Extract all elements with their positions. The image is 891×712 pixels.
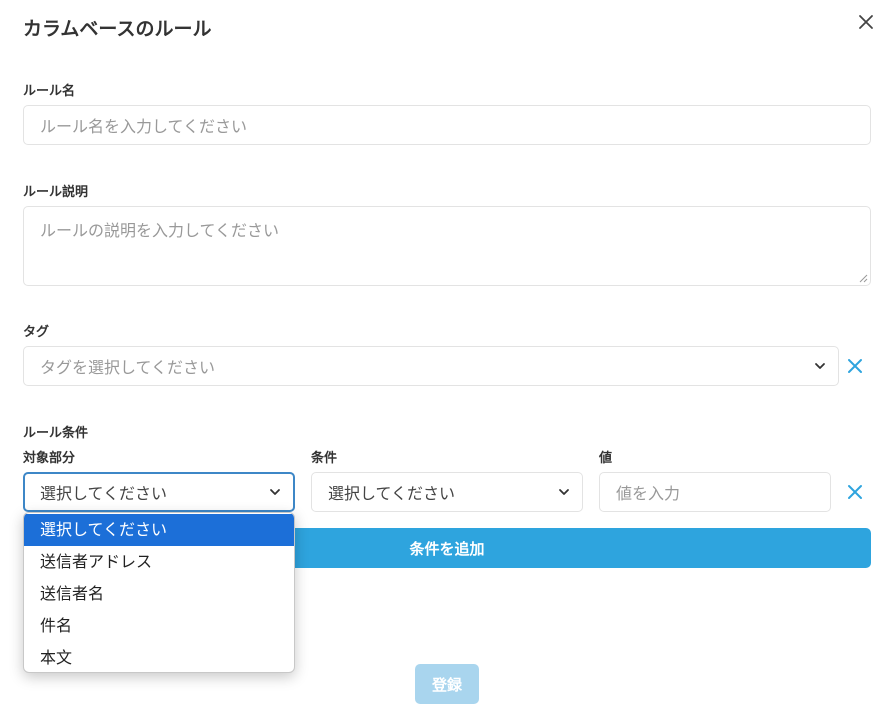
option-sender-name[interactable]: 送信者名 — [24, 578, 294, 610]
chevron-down-icon — [270, 489, 280, 495]
chevron-down-icon — [815, 363, 825, 369]
value-input[interactable]: 値を入力 — [599, 472, 831, 512]
tag-label: タグ — [23, 325, 50, 340]
option-subject[interactable]: 件名 — [24, 610, 294, 642]
clear-tag-x-icon[interactable] — [846, 357, 864, 375]
condition-label: 条件 — [311, 451, 338, 466]
option-body[interactable]: 本文 — [24, 642, 294, 672]
resize-handle-icon[interactable] — [859, 274, 868, 283]
target-part-select[interactable]: 選択してください — [23, 472, 295, 512]
rule-description-placeholder: ルールの説明を入力してください — [40, 221, 280, 240]
rule-name-label: ルール名 — [23, 84, 76, 99]
tag-placeholder: タグを選択してください — [40, 358, 216, 377]
register-button[interactable]: 登録 — [415, 664, 479, 704]
close-icon[interactable] — [856, 12, 876, 32]
modal-title: カラムベースのルール — [23, 18, 212, 40]
remove-condition-x-icon[interactable] — [846, 483, 864, 501]
rule-name-placeholder: ルール名を入力してください — [40, 117, 248, 136]
condition-select[interactable]: 選択してください — [311, 472, 583, 512]
target-part-selected: 選択してください — [40, 484, 168, 503]
condition-selected: 選択してください — [328, 484, 456, 503]
rule-conditions-label: ルール条件 — [23, 426, 89, 441]
rule-description-textarea[interactable]: ルールの説明を入力してください — [23, 206, 871, 286]
tag-select[interactable]: タグを選択してください — [23, 346, 839, 386]
rule-description-label: ルール説明 — [23, 185, 89, 200]
value-placeholder: 値を入力 — [616, 484, 681, 503]
rule-name-input[interactable]: ルール名を入力してください — [23, 105, 871, 145]
target-part-label: 対象部分 — [23, 451, 76, 466]
chevron-down-icon — [559, 489, 569, 495]
option-sender-address[interactable]: 送信者アドレス — [24, 546, 294, 578]
option-select-prompt[interactable]: 選択してください — [24, 514, 294, 546]
target-part-dropdown-list: 選択してください 送信者アドレス 送信者名 件名 本文 — [23, 512, 295, 673]
value-label: 値 — [599, 451, 613, 466]
